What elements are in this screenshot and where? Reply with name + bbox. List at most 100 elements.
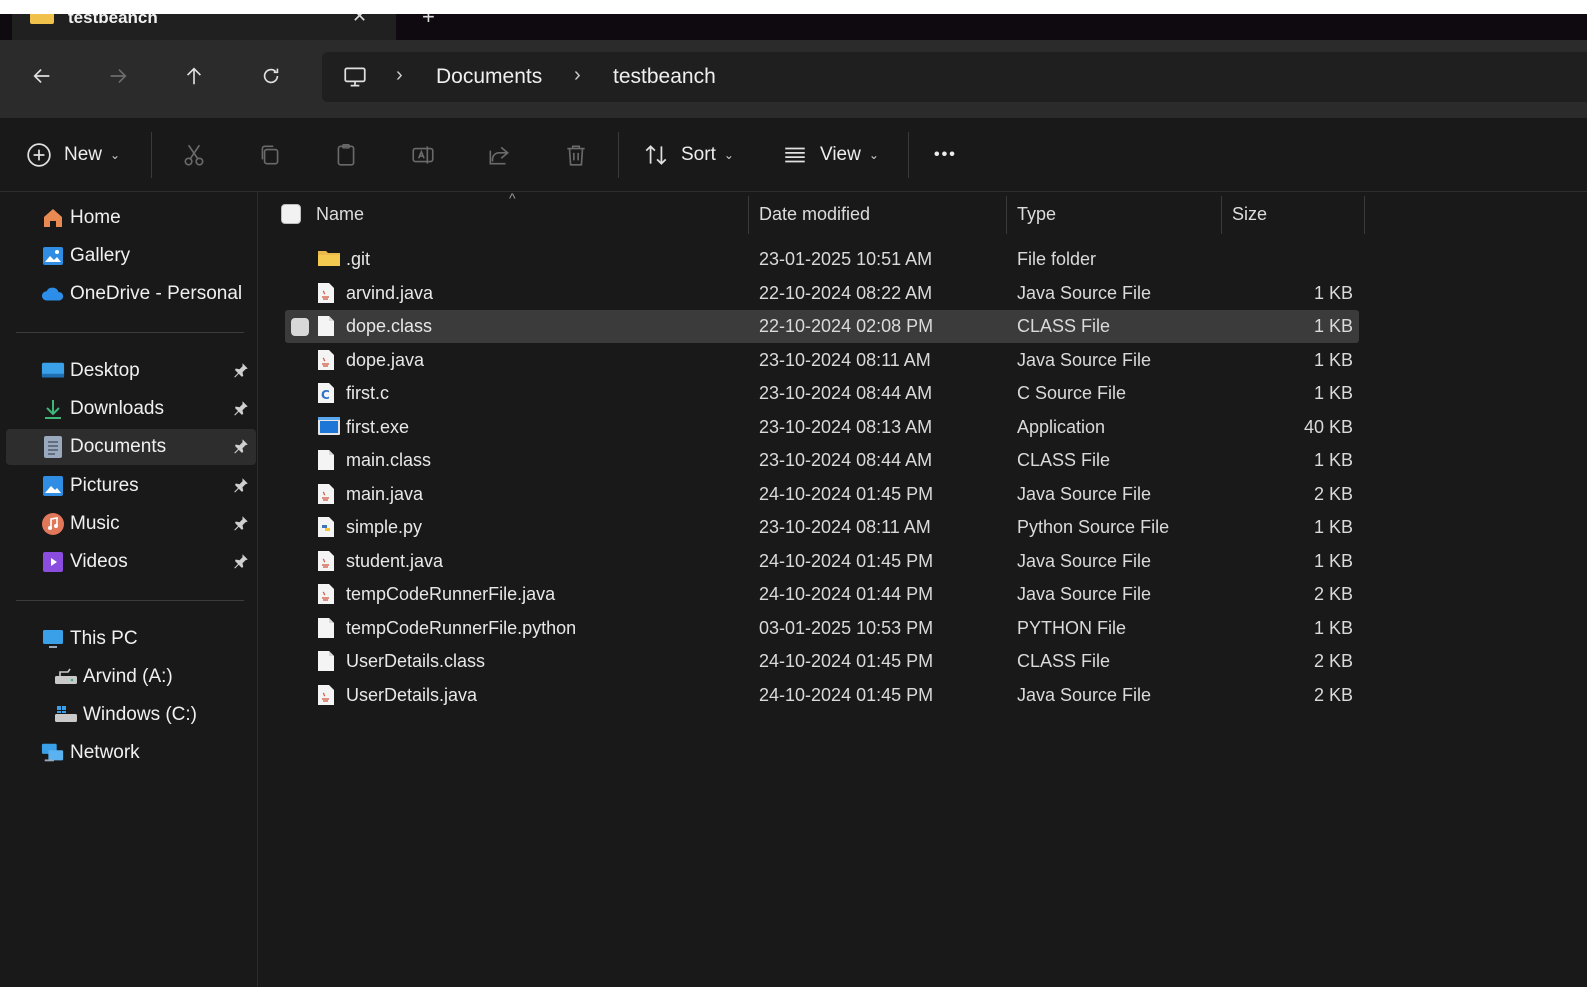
column-header-size[interactable]: Size (1232, 192, 1267, 236)
window-top-edge (0, 0, 1587, 14)
breadcrumb-documents[interactable]: Documents (436, 65, 542, 89)
blank-file-icon (317, 449, 337, 473)
file-size: 2 KB (1313, 584, 1353, 604)
file-date-modified: 24-10-2024 01:44 PM (759, 584, 934, 604)
sidebar-item-documents[interactable]: Documents (6, 429, 256, 465)
sidebar-item-drive-a[interactable]: Arvind (A:) (0, 659, 256, 695)
sidebar-item-label: Home (70, 207, 121, 228)
pin-icon[interactable] (232, 399, 250, 417)
pin-icon[interactable] (232, 514, 250, 532)
column-resize-handle[interactable] (1006, 196, 1007, 234)
pin-icon[interactable] (232, 361, 250, 379)
toolbar-divider (908, 132, 909, 178)
pin-icon[interactable] (232, 476, 250, 494)
new-button[interactable]: New ⌄ (26, 140, 120, 170)
sidebar-item-desktop[interactable]: Desktop (0, 353, 256, 389)
this-pc-icon[interactable] (342, 64, 368, 95)
sidebar-item-network[interactable]: Network (0, 735, 256, 771)
sidebar-item-this-pc[interactable]: This PC (0, 621, 256, 657)
view-list-icon (785, 147, 805, 163)
sidebar-item-videos[interactable]: Videos (0, 544, 256, 580)
file-row[interactable]: dope.class 22-10-2024 02:08 PM CLASS File 1… (285, 310, 1359, 343)
file-type: CLASS File (1017, 450, 1111, 470)
file-type: Java Source File (1017, 349, 1152, 370)
breadcrumb-separator[interactable]: › (574, 64, 581, 87)
file-row[interactable]: UserDetails.class 24-10-2024 01:45 PM CLAS… (285, 645, 1359, 678)
file-list: ^ Name Date modified Type Size .git 23-01… (259, 190, 1587, 987)
address-bar[interactable]: › Documents › testbeanch (322, 52, 1587, 102)
file-row[interactable]: tempCodeRunnerFile.python 03-01-2025 10:5… (285, 612, 1359, 645)
up-button[interactable] (176, 58, 212, 94)
this-pc-icon (41, 627, 65, 651)
sidebar-item-gallery[interactable]: Gallery (0, 238, 256, 274)
chevron-down-icon: ⌄ (868, 148, 879, 162)
java-file-icon (317, 550, 337, 574)
chevron-down-icon: ⌄ (110, 148, 121, 162)
refresh-button[interactable] (253, 58, 289, 94)
forward-button[interactable] (100, 58, 136, 94)
column-resize-handle[interactable] (748, 196, 749, 234)
file-date-modified: 24-10-2024 01:45 PM (759, 550, 934, 571)
column-resize-handle[interactable] (1221, 196, 1222, 234)
rename-button[interactable] (410, 140, 436, 170)
column-resize-handle[interactable] (1364, 196, 1365, 234)
desktop-icon (41, 359, 65, 383)
file-row[interactable]: first.exe 23-10-2024 08:13 AM Application 4… (285, 411, 1359, 444)
column-header-name[interactable]: Name (316, 192, 364, 236)
sidebar-item-label: Desktop (70, 360, 140, 381)
breadcrumb-separator[interactable]: › (396, 64, 403, 87)
back-button[interactable] (24, 58, 60, 94)
sidebar-item-home[interactable]: Home (0, 200, 256, 236)
arrow-left-icon (33, 68, 50, 84)
copy-button[interactable] (257, 140, 283, 170)
downloads-icon (41, 397, 65, 421)
exe-file-icon (317, 416, 340, 440)
sort-button[interactable]: Sort ⌄ (643, 140, 734, 170)
share-button[interactable] (486, 140, 512, 170)
videos-icon (41, 550, 65, 574)
file-row[interactable]: arvind.java 22-10-2024 08:22 AM Java Sourc… (285, 277, 1359, 310)
paste-button[interactable] (333, 140, 359, 170)
column-header-date[interactable]: Date modified (759, 192, 870, 236)
command-bar: New ⌄ Sort ⌄ View ⌄ ••• (0, 118, 1587, 192)
delete-button[interactable] (563, 140, 589, 170)
more-options-button[interactable]: ••• (934, 140, 957, 170)
file-row[interactable]: dope.java 23-10-2024 08:11 AM Java Source … (285, 344, 1359, 377)
select-all-checkbox[interactable] (281, 204, 301, 224)
toolbar-divider (151, 132, 152, 178)
sidebar-item-pictures[interactable]: Pictures (0, 468, 256, 504)
sidebar-item-downloads[interactable]: Downloads (0, 391, 256, 427)
view-button[interactable]: View ⌄ (782, 140, 879, 170)
toolbar-divider (618, 132, 619, 178)
row-checkbox[interactable] (291, 318, 309, 336)
share-icon (489, 146, 509, 165)
file-row[interactable]: tempCodeRunnerFile.java 24-10-2024 01:44 … (285, 578, 1359, 611)
file-row[interactable]: Cfirst.c 23-10-2024 08:44 AM C Source File… (285, 377, 1359, 410)
sidebar-item-drive-c[interactable]: Windows (C:) (0, 697, 256, 733)
file-date-modified: 23-01-2025 10:51 AM (759, 249, 933, 269)
file-size: 1 KB (1313, 450, 1353, 470)
file-size: 1 KB (1313, 550, 1353, 571)
file-row[interactable]: student.java 24-10-2024 01:45 PM Java Sour… (285, 545, 1359, 578)
file-row[interactable]: .git 23-01-2025 10:51 AM File folder (285, 243, 1359, 276)
file-row[interactable]: UserDetails.java 24-10-2024 01:45 PM Java … (285, 679, 1359, 712)
file-row[interactable]: main.java 24-10-2024 01:45 PM Java Source … (285, 478, 1359, 511)
sidebar-item-music[interactable]: Music (0, 506, 256, 542)
pin-icon[interactable] (232, 552, 250, 570)
cut-button[interactable] (181, 140, 207, 170)
file-type: CLASS File (1017, 651, 1111, 671)
breadcrumb-testbeanch[interactable]: testbeanch (613, 65, 716, 89)
file-name: main.java (346, 483, 424, 504)
column-header-type[interactable]: Type (1017, 192, 1056, 236)
sidebar-item-onedrive[interactable]: OneDrive - Personal (0, 276, 256, 312)
file-row[interactable]: main.class 23-10-2024 08:44 AM CLASS File 1… (285, 444, 1359, 477)
svg-text:C: C (321, 388, 330, 402)
pictures-icon (41, 474, 65, 498)
pin-icon[interactable] (232, 437, 250, 455)
music-icon (41, 512, 65, 536)
file-type: C Source File (1017, 383, 1127, 403)
sort-icon (645, 145, 667, 165)
file-date-modified: 22-10-2024 08:22 AM (759, 282, 933, 303)
file-row[interactable]: simple.py 23-10-2024 08:11 AM Python Sourc… (285, 511, 1359, 544)
java-file-icon (317, 349, 337, 373)
